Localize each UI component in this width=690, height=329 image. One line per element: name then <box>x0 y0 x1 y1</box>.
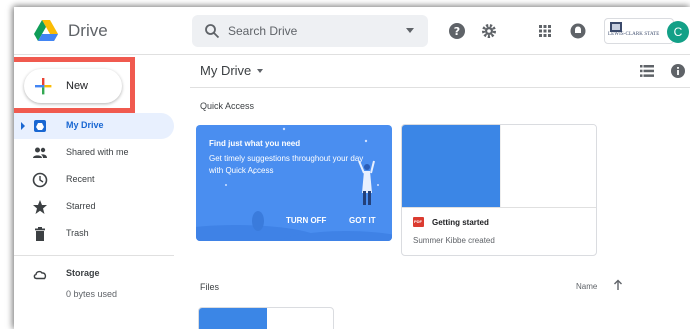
sidebar-item-label: Trash <box>66 228 89 238</box>
cloud-icon <box>33 270 47 280</box>
drive-logo-icon[interactable] <box>34 20 58 42</box>
plus-icon <box>35 78 52 95</box>
page-title[interactable]: My Drive <box>200 63 251 78</box>
sidebar-item-label: Shared with me <box>66 147 129 157</box>
app-name: Drive <box>68 21 108 40</box>
sidebar-item-shared-with-me[interactable]: Shared with me <box>14 140 174 166</box>
new-button-label: New <box>66 80 89 92</box>
quick-access-file-card[interactable]: PDF Getting started Summer Kibbe created <box>401 124 597 256</box>
organization-name: LEWIS-CLARK STATE <box>608 32 660 37</box>
drive-window: Drive ? <box>14 7 690 329</box>
clock-icon <box>32 172 48 188</box>
top-bar: Drive ? <box>14 7 690 55</box>
promo-description: Get timely suggestions throughout your d… <box>209 154 364 175</box>
promo-title: Find just what you need <box>209 139 301 148</box>
shared-people-icon <box>33 147 47 158</box>
sidebar-item-storage[interactable]: Storage <box>14 261 174 287</box>
sidebar-item-my-drive[interactable]: My Drive <box>14 113 174 139</box>
files-heading: Files <box>200 282 220 292</box>
apps-grid-icon[interactable] <box>536 22 554 40</box>
turn-off-button[interactable]: TURN OFF <box>286 216 326 225</box>
storage-label: Storage <box>66 268 100 278</box>
quick-access-promo-card: Find just what you need Get timely sugge… <box>196 125 392 241</box>
storage-usage-text: 0 bytes used <box>66 289 118 299</box>
notifications-icon[interactable] <box>569 22 587 40</box>
organization-logo[interactable]: LEWIS-CLARK STATE <box>604 18 674 44</box>
file-grid-item[interactable] <box>198 307 334 329</box>
card-divider <box>402 207 596 208</box>
chevron-down-icon[interactable] <box>257 69 263 73</box>
file-title: Getting started <box>432 218 489 227</box>
settings-gear-icon[interactable] <box>480 22 498 40</box>
pdf-icon: PDF <box>413 217 424 227</box>
account-avatar[interactable]: C <box>667 21 689 43</box>
sidebar-item-trash[interactable]: Trash <box>14 221 174 247</box>
college-seal-icon <box>610 22 622 32</box>
search-options-icon[interactable] <box>406 28 414 33</box>
my-drive-icon <box>34 120 46 132</box>
file-thumbnail-page <box>500 125 596 207</box>
sidebar-item-label: My Drive <box>66 120 104 130</box>
file-thumbnail <box>402 125 500 207</box>
help-icon[interactable]: ? <box>448 22 466 40</box>
sidebar-divider <box>14 255 174 256</box>
trash-icon <box>35 227 45 241</box>
sidebar-item-recent[interactable]: Recent <box>14 167 174 193</box>
got-it-button[interactable]: GOT IT <box>349 216 376 225</box>
file-subtitle: Summer Kibbe created <box>413 236 495 245</box>
search-icon <box>205 24 220 39</box>
sidebar-item-starred[interactable]: Starred <box>14 194 174 220</box>
arrow-up-icon[interactable] <box>613 279 623 291</box>
pdf-icon-label: PDF <box>414 219 422 224</box>
list-view-icon[interactable] <box>640 65 654 77</box>
file-thumbnail <box>199 308 267 329</box>
info-icon[interactable] <box>670 63 686 79</box>
new-button[interactable]: New <box>24 69 122 103</box>
header-divider <box>190 87 690 88</box>
search-bar[interactable] <box>192 15 428 47</box>
search-input[interactable] <box>228 22 388 40</box>
sidebar-item-label: Starred <box>66 201 96 211</box>
expand-arrow-icon[interactable] <box>21 122 25 130</box>
sort-by-name-button[interactable]: Name <box>576 282 597 291</box>
sidebar-item-label: Recent <box>66 174 95 184</box>
svg-text:?: ? <box>454 25 460 38</box>
star-icon <box>33 200 47 214</box>
quick-access-heading: Quick Access <box>200 101 255 111</box>
